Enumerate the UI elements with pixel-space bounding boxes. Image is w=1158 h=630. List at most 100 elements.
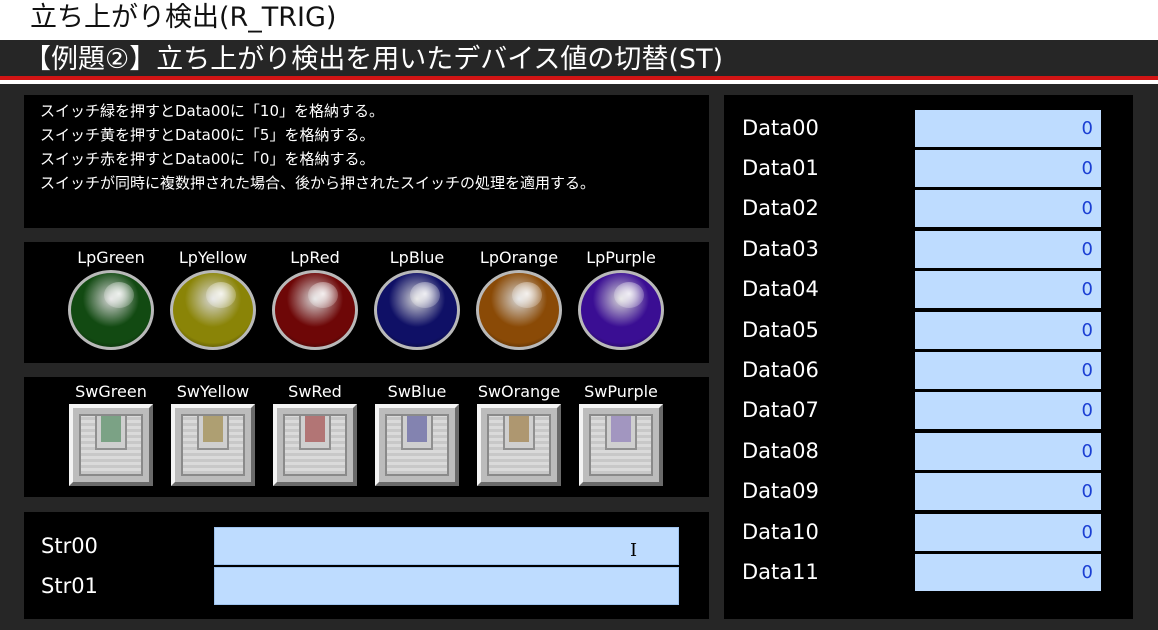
lamp-label: LpOrange	[479, 248, 559, 267]
data-label: Data06	[742, 358, 819, 382]
lamp-highlight	[206, 282, 236, 308]
data02-field[interactable]: 0	[915, 190, 1101, 227]
string-panel: Str00 I Str01	[24, 512, 709, 619]
switch-orange-button[interactable]	[477, 404, 561, 486]
switch-lens	[509, 416, 529, 442]
switch-face	[283, 414, 347, 476]
description-line: スイッチ黄を押すとData00に「5」を格納する。	[40, 126, 375, 144]
data-label: Data02	[742, 196, 819, 220]
lamp-orange	[476, 270, 562, 350]
lamp-red	[272, 270, 358, 350]
data08-field[interactable]: 0	[915, 433, 1101, 470]
lamp-purple	[578, 270, 664, 350]
lamp-highlight	[614, 282, 644, 308]
switch-blue-button[interactable]	[375, 404, 459, 486]
description-panel: スイッチ緑を押すとData00に「10」を格納する。 スイッチ黄を押すとData…	[24, 95, 709, 228]
switch-purple-button[interactable]	[579, 404, 663, 486]
data11-field[interactable]: 0	[915, 554, 1101, 591]
lamp-label: LpRed	[290, 248, 340, 267]
switch-face	[181, 414, 245, 476]
data-label: Data04	[742, 277, 819, 301]
data-label: Data11	[742, 560, 819, 584]
header-bar: 【例題②】立ち上がり検出を用いたデバイス値の切替(ST)	[0, 40, 1158, 80]
switch-label: SwGreen	[75, 382, 147, 401]
lamp-label: LpGreen	[77, 248, 145, 267]
switch-lens	[101, 416, 121, 442]
data-row-00: Data00 0	[724, 109, 1133, 148]
switch-red-button[interactable]	[273, 404, 357, 486]
data09-field[interactable]: 0	[915, 473, 1101, 510]
switch-cell-purple: SwPurple	[571, 382, 671, 402]
switch-green-button[interactable]	[69, 404, 153, 486]
lamp-yellow	[170, 270, 256, 350]
string-row-str01: Str01	[24, 567, 709, 605]
data-row-04: Data04 0	[724, 270, 1133, 309]
data-row-05: Data05 0	[724, 311, 1133, 350]
data-label: Data03	[742, 237, 819, 261]
data-row-08: Data08 0	[724, 432, 1133, 471]
switch-cell-blue: SwBlue	[367, 382, 467, 402]
lamp-label: LpBlue	[389, 248, 445, 267]
text-cursor-icon: I	[630, 540, 638, 561]
data04-field[interactable]: 0	[915, 271, 1101, 308]
data00-field[interactable]: 0	[915, 110, 1101, 147]
data-row-06: Data06 0	[724, 351, 1133, 390]
data-label: Data05	[742, 318, 819, 342]
str01-field[interactable]	[214, 567, 679, 605]
switch-face	[79, 414, 143, 476]
switch-panel: SwGreen SwYellow SwRed SwBlue SwOrange S…	[24, 377, 709, 497]
data-row-09: Data09 0	[724, 472, 1133, 511]
lamp-highlight	[512, 282, 542, 308]
switch-face	[385, 414, 449, 476]
lamp-green	[68, 270, 154, 350]
data-row-02: Data02 0	[724, 189, 1133, 228]
data03-field[interactable]: 0	[915, 231, 1101, 268]
description-line: スイッチが同時に複数押された場合、後から押されたスイッチの処理を適用する。	[40, 174, 596, 192]
switch-label: SwBlue	[387, 382, 447, 401]
str00-field[interactable]	[214, 527, 679, 565]
switch-cell-yellow: SwYellow	[163, 382, 263, 402]
string-label: Str01	[41, 574, 98, 598]
data-row-07: Data07 0	[724, 391, 1133, 430]
switch-cell-red: SwRed	[265, 382, 365, 402]
switch-face	[487, 414, 551, 476]
description-line: スイッチ緑を押すとData00に「10」を格納する。	[40, 102, 384, 120]
example-title: 【例題②】立ち上がり検出を用いたデバイス値の切替(ST)	[24, 44, 724, 75]
data-label: Data01	[742, 156, 819, 180]
data-label: Data10	[742, 520, 819, 544]
data01-field[interactable]: 0	[915, 150, 1101, 187]
data07-field[interactable]: 0	[915, 392, 1101, 429]
switch-lens	[611, 416, 631, 442]
switch-label: SwRed	[288, 382, 342, 401]
switch-cell-green: SwGreen	[61, 382, 161, 402]
switch-cell-orange: SwOrange	[469, 382, 569, 402]
lamp-highlight	[308, 282, 338, 308]
data05-field[interactable]: 0	[915, 312, 1101, 349]
data-label: Data00	[742, 116, 819, 140]
data-row-11: Data11 0	[724, 553, 1133, 592]
data-row-03: Data03 0	[724, 230, 1133, 269]
lamp-cell-red: LpRed	[265, 248, 365, 268]
switch-lens	[407, 416, 427, 442]
switch-label: SwYellow	[176, 382, 250, 401]
data06-field[interactable]: 0	[915, 352, 1101, 389]
string-label: Str00	[41, 534, 98, 558]
data-row-10: Data10 0	[724, 513, 1133, 552]
lamp-cell-green: LpGreen	[61, 248, 161, 268]
lamp-label: LpYellow	[178, 248, 248, 267]
switch-label: SwPurple	[584, 382, 658, 401]
switch-lens	[203, 416, 223, 442]
switch-label: SwOrange	[477, 382, 561, 401]
lamp-blue	[374, 270, 460, 350]
lamp-cell-orange: LpOrange	[469, 248, 569, 268]
switch-yellow-button[interactable]	[171, 404, 255, 486]
lamp-cell-yellow: LpYellow	[163, 248, 263, 268]
string-row-str00: Str00 I	[24, 527, 709, 565]
data-row-01: Data01 0	[724, 149, 1133, 188]
data-label: Data09	[742, 479, 819, 503]
description-line: スイッチ赤を押すとData00に「0」を格納する。	[40, 150, 375, 168]
lamp-highlight	[104, 282, 134, 308]
data-panel: Data00 0 Data01 0 Data02 0 Data03 0 Data…	[724, 95, 1133, 619]
lamp-label: LpPurple	[586, 248, 656, 267]
data10-field[interactable]: 0	[915, 514, 1101, 551]
